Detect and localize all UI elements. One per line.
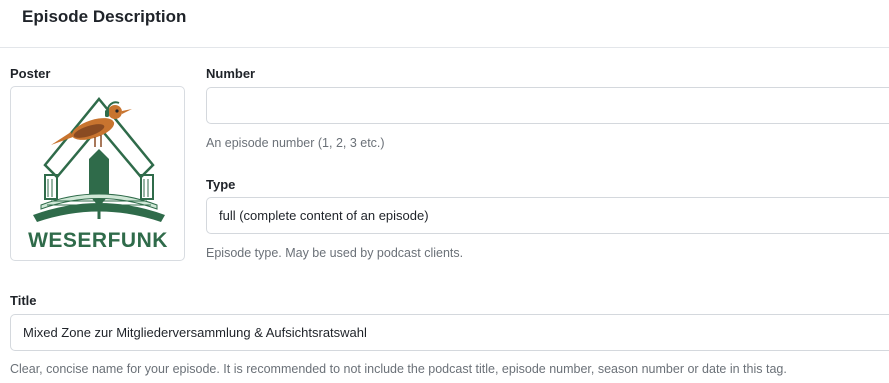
weserfunk-logo: WESERFUNK [28, 97, 168, 252]
section-title: Episode Description [22, 7, 187, 26]
number-label: Number [206, 66, 256, 81]
episode-number-input[interactable] [206, 87, 889, 124]
poster-label: Poster [10, 66, 51, 81]
logo-wordmark: WESERFUNK [28, 229, 168, 252]
episode-title-input[interactable] [10, 314, 889, 351]
type-label: Type [206, 177, 236, 192]
section-header: Episode Description [0, 0, 889, 48]
poster-image-frame[interactable]: WESERFUNK [10, 86, 185, 261]
title-label: Title [10, 293, 37, 308]
type-help-text: Episode type. May be used by podcast cli… [206, 246, 464, 260]
title-help-text: Clear, concise name for your episode. It… [10, 362, 787, 376]
episode-type-select[interactable]: full (complete content of an episode) [206, 197, 889, 234]
number-help-text: An episode number (1, 2, 3 etc.) [206, 136, 385, 150]
